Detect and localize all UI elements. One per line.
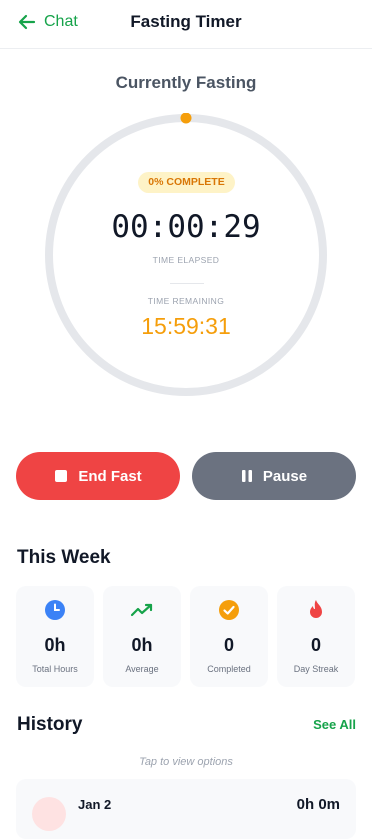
stat-value: 0h <box>44 635 66 655</box>
history-item-icon <box>32 797 66 831</box>
percent-complete-badge: 0% COMPLETE <box>138 172 235 193</box>
remaining-label: TIME REMAINING <box>147 296 225 306</box>
progress-indicator-dot <box>180 113 192 124</box>
page-title: Fasting Timer <box>130 12 242 31</box>
history-title: History <box>17 714 83 735</box>
stop-icon <box>54 469 68 483</box>
pause-label: Pause <box>262 467 308 485</box>
stat-value: 0 <box>223 635 234 655</box>
end-fast-button[interactable]: End Fast <box>16 452 180 500</box>
timer-divider <box>170 283 204 284</box>
history-item[interactable]: Jan 2 0h 0m <box>16 779 356 839</box>
stat-label: Completed <box>207 664 251 674</box>
history-item-date: Jan 2 <box>78 797 112 812</box>
clock-icon <box>16 599 94 621</box>
stat-label: Total Hours <box>32 664 78 674</box>
history-hint: Tap to view options <box>139 756 233 768</box>
trend-icon <box>103 599 181 621</box>
stat-value: 0h <box>131 635 153 655</box>
stat-value: 0 <box>310 635 321 655</box>
app-header: Chat Fasting Timer <box>0 0 372 49</box>
elapsed-label: TIME ELAPSED <box>152 255 220 265</box>
pause-icon <box>241 469 253 483</box>
see-all-link[interactable]: See All <box>313 717 356 732</box>
stat-label: Day Streak <box>293 664 339 674</box>
check-circle-icon <box>190 599 268 621</box>
elapsed-time: 00:00:29 <box>111 209 261 245</box>
stat-label: Average <box>125 664 159 674</box>
stat-card-day-streak: 0 Day Streak <box>277 586 355 687</box>
fasting-status: Currently Fasting <box>115 73 257 92</box>
stat-card-average: 0h Average <box>103 586 181 687</box>
remaining-time: 15:59:31 <box>141 313 231 339</box>
stat-card-total-hours: 0h Total Hours <box>16 586 94 687</box>
pause-button[interactable]: Pause <box>192 452 356 500</box>
flame-icon <box>277 599 355 621</box>
end-fast-label: End Fast <box>78 467 142 485</box>
this-week-title: This Week <box>17 547 111 568</box>
history-item-duration: 0h 0m <box>296 796 340 813</box>
stat-card-completed: 0 Completed <box>190 586 268 687</box>
